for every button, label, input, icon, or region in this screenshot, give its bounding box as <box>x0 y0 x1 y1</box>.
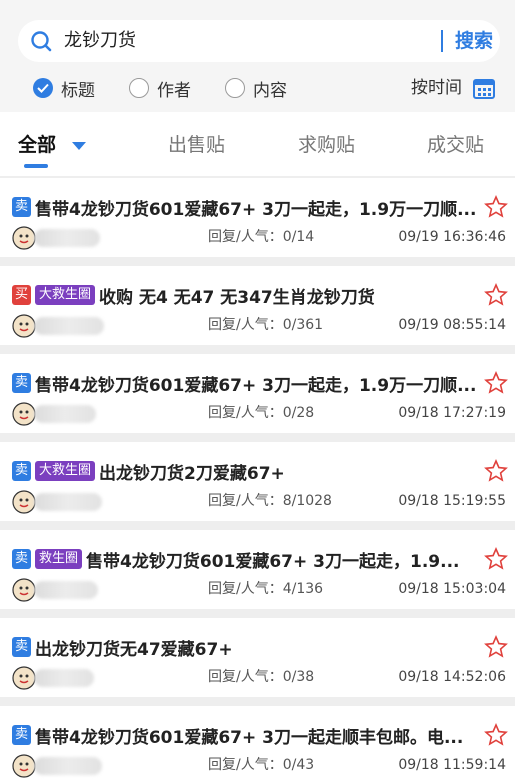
post-title[interactable]: 售带4龙钞刀货601爱藏67+ 3刀一起走，1.9... <box>86 547 459 572</box>
post-title[interactable]: 售带4龙钞刀货601爱藏67+ 3刀一起走，1.9万一刀顺... <box>35 195 476 220</box>
dropdown-caret-icon[interactable] <box>72 142 86 150</box>
author-name-blurred <box>34 317 104 335</box>
active-tab-indicator <box>24 164 48 168</box>
filter-content[interactable]: 内容 <box>225 75 287 101</box>
tag-badge: 大救生圈 <box>35 285 96 305</box>
reply-views: 回复/人气：0/43 <box>208 757 315 773</box>
radio-unchecked-icon[interactable] <box>225 78 245 98</box>
calendar-icon[interactable] <box>473 77 495 99</box>
avatar[interactable] <box>12 754 36 778</box>
favorite-star-icon[interactable] <box>484 459 508 483</box>
sell-badge: 卖 <box>12 461 32 481</box>
favorite-star-icon[interactable] <box>484 195 508 219</box>
search-header: 龙钞刀货 搜索 标题 作者 内容 按时间 <box>0 0 515 112</box>
sell-badge: 卖 <box>12 637 32 657</box>
tab-all[interactable]: 全部 <box>18 132 56 158</box>
post-date: 09/18 17:27:19 <box>398 405 506 421</box>
post-item[interactable]: 卖 出龙钞刀货无47爱藏67+ 回复/人气：0/38 09/18 14:52:0… <box>0 618 515 697</box>
radio-checked-icon[interactable] <box>33 78 53 98</box>
sell-badge: 卖 <box>12 725 32 745</box>
post-title[interactable]: 出龙钞刀货2刀爱藏67+ <box>99 459 285 484</box>
post-title[interactable]: 售带4龙钞刀货601爱藏67+ 3刀一起走顺丰包邮。电... <box>35 723 463 748</box>
search-icon <box>31 31 52 52</box>
reply-views: 回复/人气：0/14 <box>208 229 315 245</box>
filter-title[interactable]: 标题 <box>33 75 95 101</box>
tag-badge: 大救生圈 <box>35 461 96 481</box>
tab-bar: 全部 出售贴 求购贴 成交贴 <box>0 112 515 176</box>
post-date: 09/19 16:36:46 <box>398 229 506 245</box>
author-name-blurred <box>34 493 102 511</box>
filter-label: 内容 <box>253 80 287 101</box>
reply-views: 回复/人气：0/28 <box>208 405 315 421</box>
avatar[interactable] <box>12 490 36 514</box>
favorite-star-icon[interactable] <box>484 635 508 659</box>
post-date: 09/18 15:03:04 <box>398 581 506 597</box>
author-name-blurred <box>34 669 94 687</box>
buy-badge: 买 <box>12 285 32 305</box>
avatar[interactable] <box>12 578 36 602</box>
post-item[interactable]: 卖 大救生圈 出龙钞刀货2刀爱藏67+ 回复/人气：8/1028 09/18 1… <box>0 442 515 521</box>
filter-author[interactable]: 作者 <box>129 75 191 101</box>
author-name-blurred <box>34 581 98 599</box>
search-button[interactable]: 搜索 <box>455 27 493 55</box>
author-name-blurred <box>34 757 102 775</box>
favorite-star-icon[interactable] <box>484 371 508 395</box>
search-input[interactable]: 龙钞刀货 <box>64 28 136 54</box>
post-item[interactable]: 卖 售带4龙钞刀货601爱藏67+ 3刀一起走，1.9万一刀顺... 回复/人气… <box>0 354 515 433</box>
avatar[interactable] <box>12 666 36 690</box>
radio-unchecked-icon[interactable] <box>129 78 149 98</box>
reply-views: 回复/人气：8/1028 <box>208 493 332 509</box>
avatar[interactable] <box>12 226 36 250</box>
favorite-star-icon[interactable] <box>484 547 508 571</box>
post-date: 09/18 11:59:14 <box>398 757 506 773</box>
avatar[interactable] <box>12 402 36 426</box>
sell-badge: 卖 <box>12 197 32 217</box>
post-title[interactable]: 收购 无4 无47 无347生肖龙钞刀货 <box>99 283 375 308</box>
avatar[interactable] <box>12 314 36 338</box>
post-item[interactable]: 卖 救生圈 售带4龙钞刀货601爱藏67+ 3刀一起走，1.9... 回复/人气… <box>0 530 515 609</box>
reply-views: 回复/人气：0/361 <box>208 317 324 333</box>
sell-badge: 卖 <box>12 373 32 393</box>
tag-badge: 救生圈 <box>35 549 83 569</box>
tab-buying[interactable]: 求购贴 <box>298 132 355 158</box>
post-title[interactable]: 出龙钞刀货无47爱藏67+ <box>35 635 233 660</box>
favorite-star-icon[interactable] <box>484 723 508 747</box>
tab-selling[interactable]: 出售贴 <box>168 132 225 158</box>
post-item[interactable]: 买 大救生圈 收购 无4 无47 无347生肖龙钞刀货 回复/人气：0/361 … <box>0 266 515 345</box>
author-name-blurred <box>34 229 100 247</box>
post-item[interactable]: 卖 售带4龙钞刀货601爱藏67+ 3刀一起走顺丰包邮。电... 回复/人气：0… <box>0 706 515 780</box>
search-bar: 龙钞刀货 搜索 <box>18 20 500 62</box>
filter-label: 标题 <box>61 80 95 101</box>
post-item[interactable]: 卖 售带4龙钞刀货601爱藏67+ 3刀一起走，1.9万一刀顺... 回复/人气… <box>0 178 515 257</box>
post-title[interactable]: 售带4龙钞刀货601爱藏67+ 3刀一起走，1.9万一刀顺... <box>35 371 476 396</box>
favorite-star-icon[interactable] <box>484 283 508 307</box>
reply-views: 回复/人气：0/38 <box>208 669 315 685</box>
post-list: 卖 售带4龙钞刀货601爱藏67+ 3刀一起走，1.9万一刀顺... 回复/人气… <box>0 178 515 780</box>
author-name-blurred <box>34 405 96 423</box>
sort-by-time[interactable]: 按时间 <box>411 75 462 101</box>
post-date: 09/18 14:52:06 <box>398 669 506 685</box>
sell-badge: 卖 <box>12 549 32 569</box>
tab-deals[interactable]: 成交贴 <box>427 132 484 158</box>
filter-label: 作者 <box>157 80 191 101</box>
search-divider <box>441 30 443 52</box>
post-date: 09/19 08:55:14 <box>398 317 506 333</box>
post-date: 09/18 15:19:55 <box>398 493 506 509</box>
reply-views: 回复/人气：4/136 <box>208 581 324 597</box>
